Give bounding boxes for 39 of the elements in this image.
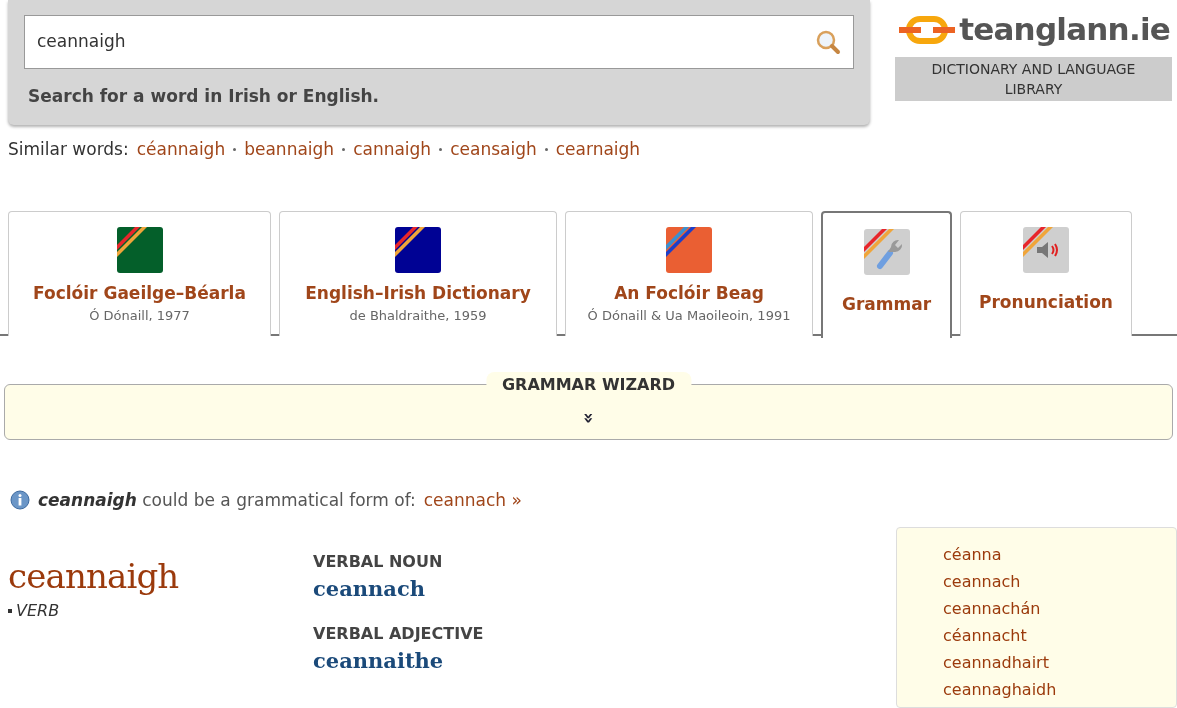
- tab-subtitle: de Bhaldraithe, 1959: [349, 307, 487, 325]
- similar-label: Similar words:: [8, 138, 129, 161]
- similar-word-link[interactable]: cearnaigh: [555, 137, 641, 163]
- dictionary-tab[interactable]: Pronunciation: [960, 210, 1132, 336]
- dictionary-tab[interactable]: Foclóir Gaeilge–Béarla Ó Dónaill, 1977: [8, 210, 271, 336]
- site-logo[interactable]: teanglann.ie: [959, 14, 1170, 45]
- tab-subtitle: Ó Dónaill & Ua Maoileoin, 1991: [587, 307, 791, 325]
- dictionary-tab[interactable]: Grammar: [821, 210, 952, 338]
- related-word-link[interactable]: ceannach: [943, 568, 1021, 595]
- tab-subtitle: Ó Dónaill, 1977: [89, 307, 190, 325]
- similar-word-link[interactable]: cannaigh: [353, 137, 432, 163]
- site-tagline: DICTIONARY AND LANGUAGE LIBRARY: [895, 57, 1172, 101]
- tab-title: Foclóir Gaeilge–Béarla: [33, 281, 246, 305]
- related-word-link[interactable]: ceannaghaidh: [943, 676, 1057, 703]
- form-value: ceannach: [313, 575, 426, 603]
- dictionary-tab[interactable]: English–Irish Dictionary de Bhaldraithe, 1959: [279, 210, 557, 336]
- similar-word-link[interactable]: beannaigh: [244, 137, 335, 163]
- dictionary-tab[interactable]: An Foclóir Beag Ó Dónaill & Ua Maoileoin, 1991: [565, 210, 813, 336]
- headword: ceannaigh: [8, 557, 180, 595]
- search-hint: Search for a word in Irish or English.: [27, 85, 381, 108]
- form-label: VERBAL NOUN: [313, 551, 444, 573]
- tab-title: An Foclóir Beag: [614, 281, 764, 305]
- part-of-speech: VERB: [16, 600, 60, 622]
- tab-title: English–Irish Dictionary: [305, 281, 531, 305]
- similar-word-link[interactable]: ceansaigh: [450, 137, 537, 163]
- expand-button[interactable]: »: [579, 411, 598, 424]
- related-word-link[interactable]: céanna: [943, 541, 1002, 568]
- form-label: VERBAL ADJECTIVE: [313, 623, 484, 645]
- grammar-notice: ceannaigh could be a grammatical form of:: [38, 488, 416, 512]
- search-field[interactable]: ceannaigh: [24, 15, 854, 69]
- related-word-link[interactable]: ceannadhairt: [943, 649, 1049, 676]
- related-word-link[interactable]: ceannachán: [943, 595, 1041, 622]
- tab-title: Pronunciation: [979, 290, 1113, 314]
- similar-word-link[interactable]: céannaigh: [136, 137, 226, 163]
- search-input: ceannaigh: [37, 29, 815, 55]
- related-word-link[interactable]: céannacht: [943, 622, 1027, 649]
- tab-title: Grammar: [841, 292, 932, 316]
- lemma-link[interactable]: ceannach »: [423, 487, 522, 513]
- form-value: ceannaithe: [313, 647, 445, 675]
